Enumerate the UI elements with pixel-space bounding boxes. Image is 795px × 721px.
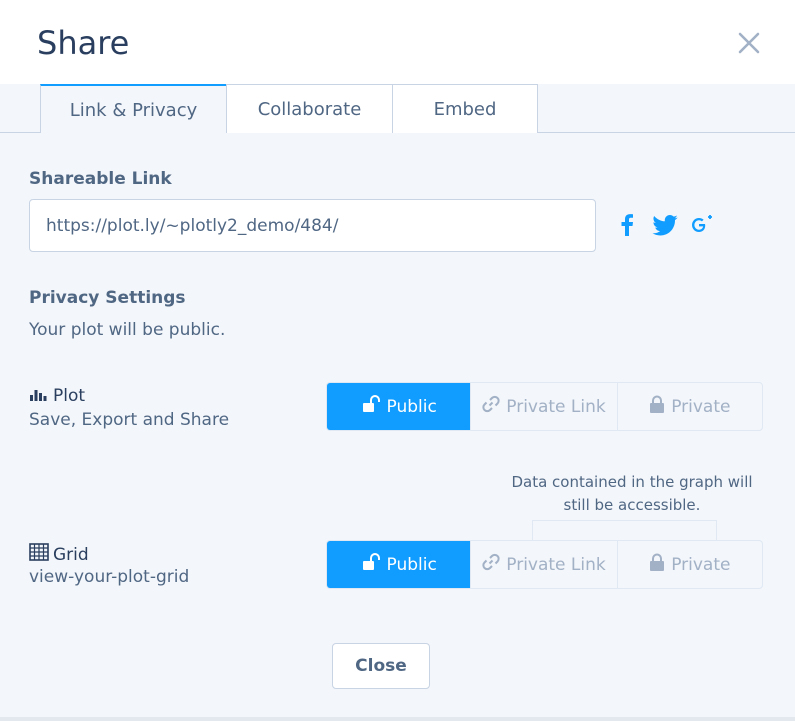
plot-public-button[interactable]: Public <box>327 383 472 430</box>
grid-row-subtitle: view-your-plot-grid <box>29 567 190 587</box>
link-icon <box>482 553 500 576</box>
unlock-icon <box>361 394 381 419</box>
grid-row-label: Grid <box>53 544 89 565</box>
modal-bottom-edge <box>0 717 795 721</box>
tab-embed[interactable]: Embed <box>392 84 538 133</box>
plot-private-link-label: Private Link <box>506 396 606 417</box>
plot-privacy-toggle: Public Private Link Private <box>326 382 763 431</box>
grid-row-title: Grid <box>29 543 89 566</box>
grid-privacy-toggle: Public Private Link Private <box>326 540 763 589</box>
facebook-icon[interactable] <box>616 211 638 239</box>
plot-public-label: Public <box>386 396 437 417</box>
grid-private-button[interactable]: Private <box>618 541 762 588</box>
close-icon[interactable] <box>736 30 762 56</box>
shareable-link-input[interactable] <box>29 199 596 252</box>
unlock-icon <box>361 552 381 577</box>
grid-private-label: Private <box>671 554 731 575</box>
grid-private-link-button[interactable]: Private Link <box>471 541 618 588</box>
shareable-link-label: Shareable Link <box>29 169 172 189</box>
tab-link-privacy[interactable]: Link & Privacy <box>40 84 227 134</box>
plot-private-label: Private <box>671 396 731 417</box>
tab-bar: Link & Privacy Collaborate Embed <box>0 84 795 134</box>
plot-row-label: Plot <box>53 386 86 406</box>
lock-icon <box>649 553 665 576</box>
tab-label: Collaborate <box>257 98 362 120</box>
google-plus-icon[interactable] <box>690 211 716 239</box>
lock-icon <box>649 395 665 418</box>
grid-icon <box>29 543 49 566</box>
twitter-icon[interactable] <box>650 211 680 239</box>
bar-chart-icon <box>29 386 49 406</box>
grid-private-link-label: Private Link <box>506 554 606 575</box>
privacy-status-text: Your plot will be public. <box>29 320 226 340</box>
tooltip-bracket <box>532 520 717 540</box>
tab-label: Embed <box>433 98 497 120</box>
grid-public-button[interactable]: Public <box>327 541 472 588</box>
link-icon <box>482 395 500 418</box>
plot-private-button[interactable]: Private <box>618 383 762 430</box>
tab-collaborate[interactable]: Collaborate <box>226 84 393 133</box>
tab-label: Link & Privacy <box>69 99 198 121</box>
plot-row-subtitle: Save, Export and Share <box>29 410 230 430</box>
grid-privacy-tooltip: Data contained in the graph will still b… <box>511 473 753 514</box>
tab-panel: Shareable Link Privacy Settings Your plo… <box>0 133 795 721</box>
plot-row-title: Plot <box>29 386 85 406</box>
close-button[interactable]: Close <box>332 643 430 689</box>
grid-public-label: Public <box>386 554 437 575</box>
modal-header: Share <box>0 0 795 84</box>
plot-private-link-button[interactable]: Private Link <box>471 383 618 430</box>
modal-title: Share <box>37 24 130 62</box>
privacy-settings-label: Privacy Settings <box>29 288 186 308</box>
